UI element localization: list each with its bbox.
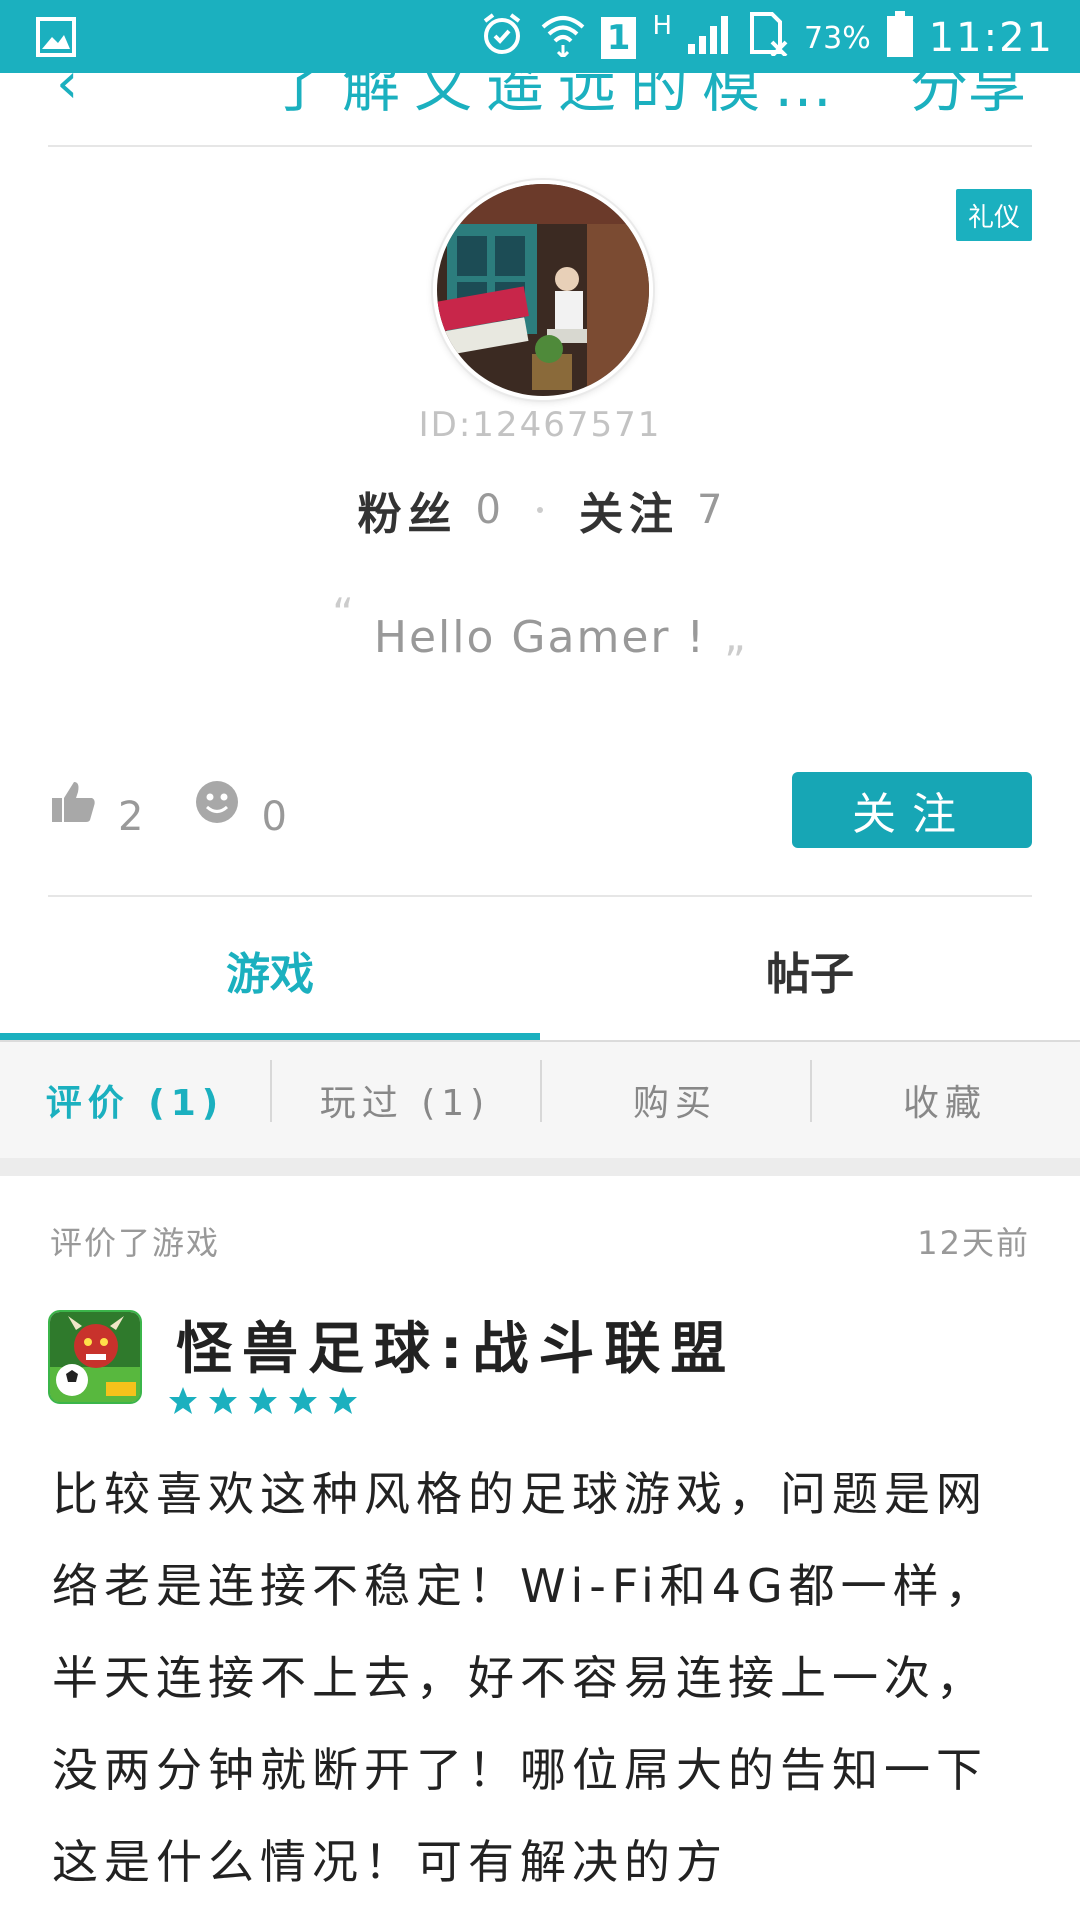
signature-text: Hello Gamer ! <box>373 612 707 663</box>
fans-count[interactable]: 0 <box>476 487 501 533</box>
wifi-icon <box>541 11 585 66</box>
reaction-bar: 2 0 <box>52 780 339 840</box>
gallery-notification-icon <box>36 17 76 61</box>
following-count[interactable]: 7 <box>697 487 722 533</box>
star-icon <box>249 1387 277 1414</box>
stats-separator <box>537 507 543 513</box>
battery-percent: 73% <box>804 20 871 56</box>
signal-icon <box>688 14 732 63</box>
star-icon <box>169 1387 197 1414</box>
network-type-label: H <box>652 11 673 41</box>
alarm-icon <box>479 11 525 66</box>
user-id: ID:12467571 <box>418 405 662 445</box>
tab-posts[interactable]: 帖子 <box>540 900 1080 1040</box>
back-arrow-icon[interactable]: ‹ <box>56 73 78 116</box>
main-tabs: 游戏 帖子 <box>0 900 1080 1040</box>
sim-2-no-signal-icon <box>748 11 788 65</box>
following-label[interactable]: 关注 <box>579 478 679 542</box>
signature: “ Hello Gamer ! ” <box>0 589 1080 686</box>
emoji-face-icon[interactable] <box>195 780 239 834</box>
sub-tabs: 评价 (1) 玩过 (1) 购买 收藏 <box>0 1042 1080 1158</box>
emoji-count: 0 <box>261 794 287 840</box>
header-divider <box>48 145 1032 147</box>
review-action: 评价了游戏 <box>50 1224 221 1262</box>
follow-stats: 粉丝 0 关注 7 <box>0 478 1080 542</box>
review-text[interactable]: 比较喜欢这种风格的足球游戏，问题是网络老是连接不稳定！Wi-Fi和4G都一样，半… <box>52 1448 1032 1908</box>
sim-1-icon: 1 <box>600 17 637 59</box>
likes-count: 2 <box>118 794 144 840</box>
thumbs-up-icon[interactable] <box>52 780 96 834</box>
review-time: 12天前 <box>917 1224 1030 1262</box>
battery-icon <box>886 10 913 66</box>
top-app-bar: ‹ 了解又遥远的模… 分享 <box>0 73 1080 145</box>
subtab-favorites[interactable]: 收藏 <box>810 1060 1080 1126</box>
active-tab-indicator <box>0 1033 540 1040</box>
page-title: 了解又遥远的模… <box>270 73 847 120</box>
game-icon[interactable] <box>48 1310 142 1404</box>
star-icon <box>289 1387 317 1414</box>
fans-label[interactable]: 粉丝 <box>358 478 458 542</box>
star-icon <box>329 1387 357 1414</box>
open-quote-icon: “ <box>332 589 356 638</box>
share-button[interactable]: 分享 <box>910 73 1026 123</box>
section-gap <box>0 1158 1080 1176</box>
subtab-purchased[interactable]: 购买 <box>540 1060 810 1126</box>
close-quote-icon: ” <box>724 637 748 686</box>
subtab-reviews[interactable]: 评价 (1) <box>0 1074 270 1126</box>
profile-divider <box>48 895 1032 897</box>
avatar[interactable] <box>433 180 653 400</box>
subtab-played[interactable]: 玩过 (1) <box>270 1060 540 1126</box>
rating-stars <box>168 1386 358 1416</box>
clock: 11:21 <box>928 15 1054 61</box>
user-title-badge: 礼仪 <box>956 189 1032 241</box>
status-bar: 1 H 73% 11:21 <box>0 0 1080 73</box>
star-icon <box>209 1387 237 1414</box>
follow-button[interactable]: 关注 <box>792 772 1032 848</box>
tab-games[interactable]: 游戏 <box>0 900 540 1040</box>
game-title[interactable]: 怪兽足球:战斗联盟 <box>176 1304 736 1385</box>
